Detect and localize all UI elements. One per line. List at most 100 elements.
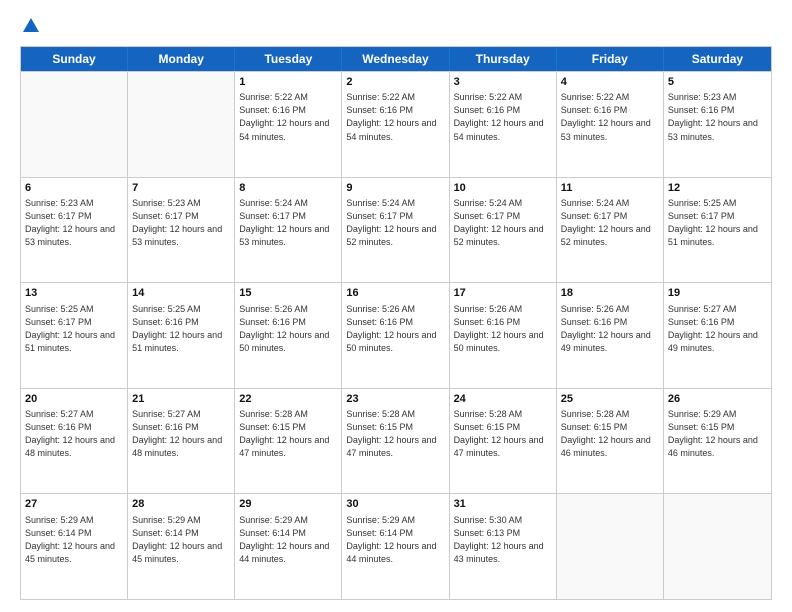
page: SundayMondayTuesdayWednesdayThursdayFrid… — [0, 0, 792, 612]
day-number: 11 — [561, 181, 659, 196]
day-number: 12 — [668, 181, 767, 196]
calendar-cell: 15 Sunrise: 5:26 AMSunset: 6:16 PMDayligh… — [235, 283, 342, 388]
day-info: Sunrise: 5:27 AMSunset: 6:16 PMDaylight:… — [668, 303, 767, 355]
day-info: Sunrise: 5:27 AMSunset: 6:16 PMDaylight:… — [25, 408, 123, 460]
day-number: 7 — [132, 181, 230, 196]
day-info: Sunrise: 5:29 AMSunset: 6:15 PMDaylight:… — [668, 408, 767, 460]
calendar-cell: 21Sunrise: 5:27 AMSunset: 6:16 PMDayligh… — [128, 389, 235, 494]
day-number: 26 — [668, 392, 767, 407]
day-info: Sunrise: 5:26 AMSunset: 6:16 PMDaylight:… — [454, 303, 552, 355]
calendar-cell — [128, 72, 235, 177]
calendar-cell: 11Sunrise: 5:24 AMSunset: 6:17 PMDayligh… — [557, 178, 664, 283]
calendar-header-tuesday: Tuesday — [235, 47, 342, 71]
calendar-cell: 2Sunrise: 5:22 AMSunset: 6:16 PMDaylight… — [342, 72, 449, 177]
day-number: 13 — [25, 286, 123, 301]
calendar: SundayMondayTuesdayWednesdayThursdayFrid… — [20, 46, 772, 600]
calendar-cell: 17 Sunrise: 5:26 AMSunset: 6:16 PMDayligh… — [450, 283, 557, 388]
day-number: 23 — [346, 392, 444, 407]
calendar-cell: 30 Sunrise: 5:29 AMSunset: 6:14 PMDayligh… — [342, 494, 449, 599]
calendar-cell: 29 Sunrise: 5:29 AMSunset: 6:14 PMDayligh… — [235, 494, 342, 599]
day-number: 28 — [132, 497, 230, 512]
day-info: Sunrise: 5:25 AMSunset: 6:17 PMDaylight:… — [25, 303, 123, 355]
calendar-cell: 9Sunrise: 5:24 AMSunset: 6:17 PMDaylight… — [342, 178, 449, 283]
day-number: 18 — [561, 286, 659, 301]
day-info: Sunrise: 5:25 AMSunset: 6:17 PMDaylight:… — [668, 197, 767, 249]
day-number: 15 — [239, 286, 337, 301]
day-number: 5 — [668, 75, 767, 90]
day-number: 3 — [454, 75, 552, 90]
day-info: Sunrise: 5:22 AMSunset: 6:16 PMDaylight:… — [454, 91, 552, 143]
day-number: 8 — [239, 181, 337, 196]
day-number: 29 — [239, 497, 337, 512]
calendar-week-4: 20Sunrise: 5:27 AMSunset: 6:16 PMDayligh… — [21, 388, 771, 494]
day-number: 19 — [668, 286, 767, 301]
day-number: 31 — [454, 497, 552, 512]
day-info: Sunrise: 5:24 AMSunset: 6:17 PMDaylight:… — [561, 197, 659, 249]
calendar-week-2: 6Sunrise: 5:23 AMSunset: 6:17 PMDaylight… — [21, 177, 771, 283]
calendar-header-row: SundayMondayTuesdayWednesdayThursdayFrid… — [21, 47, 771, 71]
calendar-cell: 5Sunrise: 5:23 AMSunset: 6:16 PMDaylight… — [664, 72, 771, 177]
day-number: 21 — [132, 392, 230, 407]
day-info: Sunrise: 5:26 AMSunset: 6:16 PMDaylight:… — [239, 303, 337, 355]
day-info: Sunrise: 5:26 AMSunset: 6:16 PMDaylight:… — [561, 303, 659, 355]
day-info: Sunrise: 5:29 AMSunset: 6:14 PMDaylight:… — [346, 514, 444, 566]
calendar-header-friday: Friday — [557, 47, 664, 71]
calendar-cell: 26Sunrise: 5:29 AMSunset: 6:15 PMDayligh… — [664, 389, 771, 494]
day-info: Sunrise: 5:23 AMSunset: 6:16 PMDaylight:… — [668, 91, 767, 143]
calendar-cell: 25Sunrise: 5:28 AMSunset: 6:15 PMDayligh… — [557, 389, 664, 494]
calendar-cell: 14 Sunrise: 5:25 AMSunset: 6:16 PMDayligh… — [128, 283, 235, 388]
day-number: 14 — [132, 286, 230, 301]
calendar-cell — [21, 72, 128, 177]
day-info: Sunrise: 5:28 AMSunset: 6:15 PMDaylight:… — [561, 408, 659, 460]
calendar-cell: 22Sunrise: 5:28 AMSunset: 6:15 PMDayligh… — [235, 389, 342, 494]
day-info: Sunrise: 5:29 AMSunset: 6:14 PMDaylight:… — [239, 514, 337, 566]
calendar-cell: 4Sunrise: 5:22 AMSunset: 6:16 PMDaylight… — [557, 72, 664, 177]
day-info: Sunrise: 5:28 AMSunset: 6:15 PMDaylight:… — [454, 408, 552, 460]
calendar-cell: 20Sunrise: 5:27 AMSunset: 6:16 PMDayligh… — [21, 389, 128, 494]
calendar-cell: 23Sunrise: 5:28 AMSunset: 6:15 PMDayligh… — [342, 389, 449, 494]
calendar-cell: 6Sunrise: 5:23 AMSunset: 6:17 PMDaylight… — [21, 178, 128, 283]
day-number: 30 — [346, 497, 444, 512]
day-info: Sunrise: 5:25 AMSunset: 6:16 PMDaylight:… — [132, 303, 230, 355]
calendar-cell: 10Sunrise: 5:24 AMSunset: 6:17 PMDayligh… — [450, 178, 557, 283]
calendar-body: 1 Sunrise: 5:22 AMSunset: 6:16 PMDaylight… — [21, 71, 771, 599]
day-number: 24 — [454, 392, 552, 407]
calendar-cell: 3Sunrise: 5:22 AMSunset: 6:16 PMDaylight… — [450, 72, 557, 177]
day-number: 2 — [346, 75, 444, 90]
day-info: Sunrise: 5:24 AMSunset: 6:17 PMDaylight:… — [346, 197, 444, 249]
calendar-cell — [557, 494, 664, 599]
day-info: Sunrise: 5:28 AMSunset: 6:15 PMDaylight:… — [239, 408, 337, 460]
calendar-header-monday: Monday — [128, 47, 235, 71]
calendar-cell: 27 Sunrise: 5:29 AMSunset: 6:14 PMDayligh… — [21, 494, 128, 599]
day-number: 1 — [239, 75, 337, 90]
day-number: 27 — [25, 497, 123, 512]
day-number: 9 — [346, 181, 444, 196]
day-info: Sunrise: 5:26 AMSunset: 6:16 PMDaylight:… — [346, 303, 444, 355]
calendar-cell: 19 Sunrise: 5:27 AMSunset: 6:16 PMDayligh… — [664, 283, 771, 388]
day-info: Sunrise: 5:24 AMSunset: 6:17 PMDaylight:… — [239, 197, 337, 249]
calendar-header-sunday: Sunday — [21, 47, 128, 71]
calendar-header-thursday: Thursday — [450, 47, 557, 71]
calendar-week-1: 1 Sunrise: 5:22 AMSunset: 6:16 PMDaylight… — [21, 71, 771, 177]
calendar-cell: 18 Sunrise: 5:26 AMSunset: 6:16 PMDayligh… — [557, 283, 664, 388]
day-number: 10 — [454, 181, 552, 196]
day-info: Sunrise: 5:24 AMSunset: 6:17 PMDaylight:… — [454, 197, 552, 249]
day-number: 4 — [561, 75, 659, 90]
calendar-header-wednesday: Wednesday — [342, 47, 449, 71]
day-info: Sunrise: 5:22 AMSunset: 6:16 PMDaylight:… — [346, 91, 444, 143]
day-info: Sunrise: 5:29 AMSunset: 6:14 PMDaylight:… — [132, 514, 230, 566]
logo-icon — [21, 16, 41, 36]
day-number: 17 — [454, 286, 552, 301]
day-number: 22 — [239, 392, 337, 407]
day-info: Sunrise: 5:23 AMSunset: 6:17 PMDaylight:… — [25, 197, 123, 249]
calendar-cell — [664, 494, 771, 599]
day-info: Sunrise: 5:28 AMSunset: 6:15 PMDaylight:… — [346, 408, 444, 460]
logo — [20, 16, 42, 36]
calendar-header-saturday: Saturday — [664, 47, 771, 71]
calendar-week-5: 27 Sunrise: 5:29 AMSunset: 6:14 PMDayligh… — [21, 493, 771, 599]
calendar-cell: 16Sunrise: 5:26 AMSunset: 6:16 PMDayligh… — [342, 283, 449, 388]
header — [20, 16, 772, 36]
calendar-cell: 13 Sunrise: 5:25 AMSunset: 6:17 PMDayligh… — [21, 283, 128, 388]
day-info: Sunrise: 5:29 AMSunset: 6:14 PMDaylight:… — [25, 514, 123, 566]
day-info: Sunrise: 5:22 AMSunset: 6:16 PMDaylight:… — [561, 91, 659, 143]
